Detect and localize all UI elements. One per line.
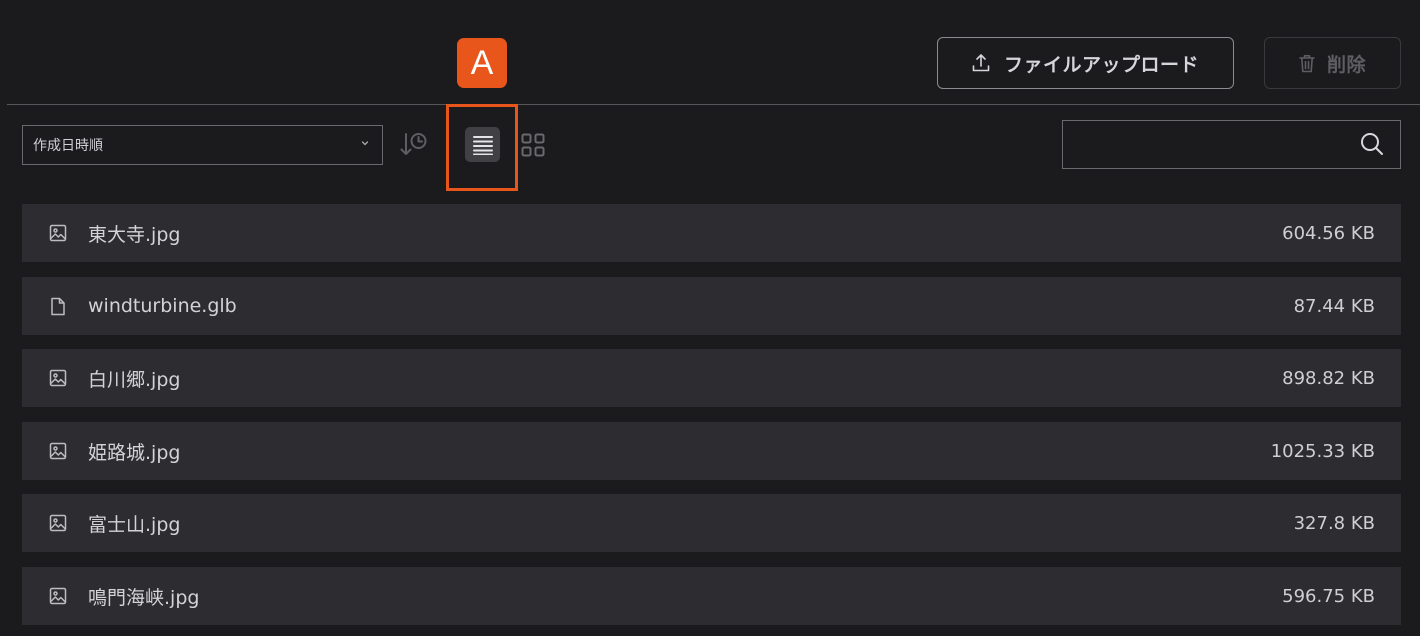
- file-row[interactable]: windturbine.glb 87.44 KB: [22, 277, 1401, 335]
- file-name: windturbine.glb: [88, 295, 237, 317]
- upload-icon: [972, 53, 990, 73]
- search-input[interactable]: [1062, 120, 1401, 169]
- file-size: 604.56 KB: [1282, 222, 1375, 244]
- file-name: 姫路城.jpg: [88, 441, 181, 464]
- grid-view-icon: [521, 133, 545, 157]
- file-name: 東大寺.jpg: [88, 223, 181, 246]
- file-name: 鳴門海峡.jpg: [88, 586, 200, 609]
- sort-order-value: 作成日時順: [33, 138, 103, 154]
- file-name: 富士山.jpg: [88, 513, 181, 536]
- file-row[interactable]: 姫路城.jpg 1025.33 KB: [22, 422, 1401, 480]
- file-size: 327.8 KB: [1293, 512, 1375, 534]
- upload-button[interactable]: ファイルアップロード: [937, 37, 1234, 89]
- sort-order-select[interactable]: 作成日時順: [22, 125, 383, 165]
- file-icon: [48, 297, 68, 316]
- list-view-icon: [472, 135, 493, 155]
- file-size: 1025.33 KB: [1270, 440, 1375, 462]
- image-icon: [48, 514, 68, 532]
- image-icon: [48, 224, 68, 242]
- file-size: 87.44 KB: [1293, 295, 1375, 317]
- file-name: 白川郷.jpg: [88, 368, 181, 391]
- trash-icon: [1299, 54, 1315, 73]
- annotation-badge: A: [457, 38, 507, 88]
- file-size: 596.75 KB: [1282, 585, 1375, 607]
- delete-button-label: 削除: [1326, 53, 1366, 76]
- header-divider: [7, 104, 1420, 105]
- chevron-down-icon: [360, 139, 370, 147]
- file-manager: ファイルアップロード 削除 A 作成日時順 東大寺.jpg 604.56 KB …: [0, 0, 1420, 636]
- file-row[interactable]: 東大寺.jpg 604.56 KB: [22, 204, 1401, 262]
- grid-view-toggle[interactable]: [521, 133, 545, 157]
- file-size: 898.82 KB: [1282, 367, 1375, 389]
- delete-button[interactable]: 削除: [1264, 37, 1401, 89]
- image-icon: [48, 442, 68, 460]
- file-row[interactable]: 富士山.jpg 327.8 KB: [22, 494, 1401, 552]
- file-row[interactable]: 鳴門海峡.jpg 596.75 KB: [22, 567, 1401, 625]
- sort-direction-icon[interactable]: [399, 130, 429, 158]
- image-icon: [48, 369, 68, 387]
- list-view-toggle[interactable]: [465, 127, 500, 162]
- upload-button-label: ファイルアップロード: [1003, 53, 1199, 76]
- image-icon: [48, 587, 68, 605]
- file-row[interactable]: 白川郷.jpg 898.82 KB: [22, 349, 1401, 407]
